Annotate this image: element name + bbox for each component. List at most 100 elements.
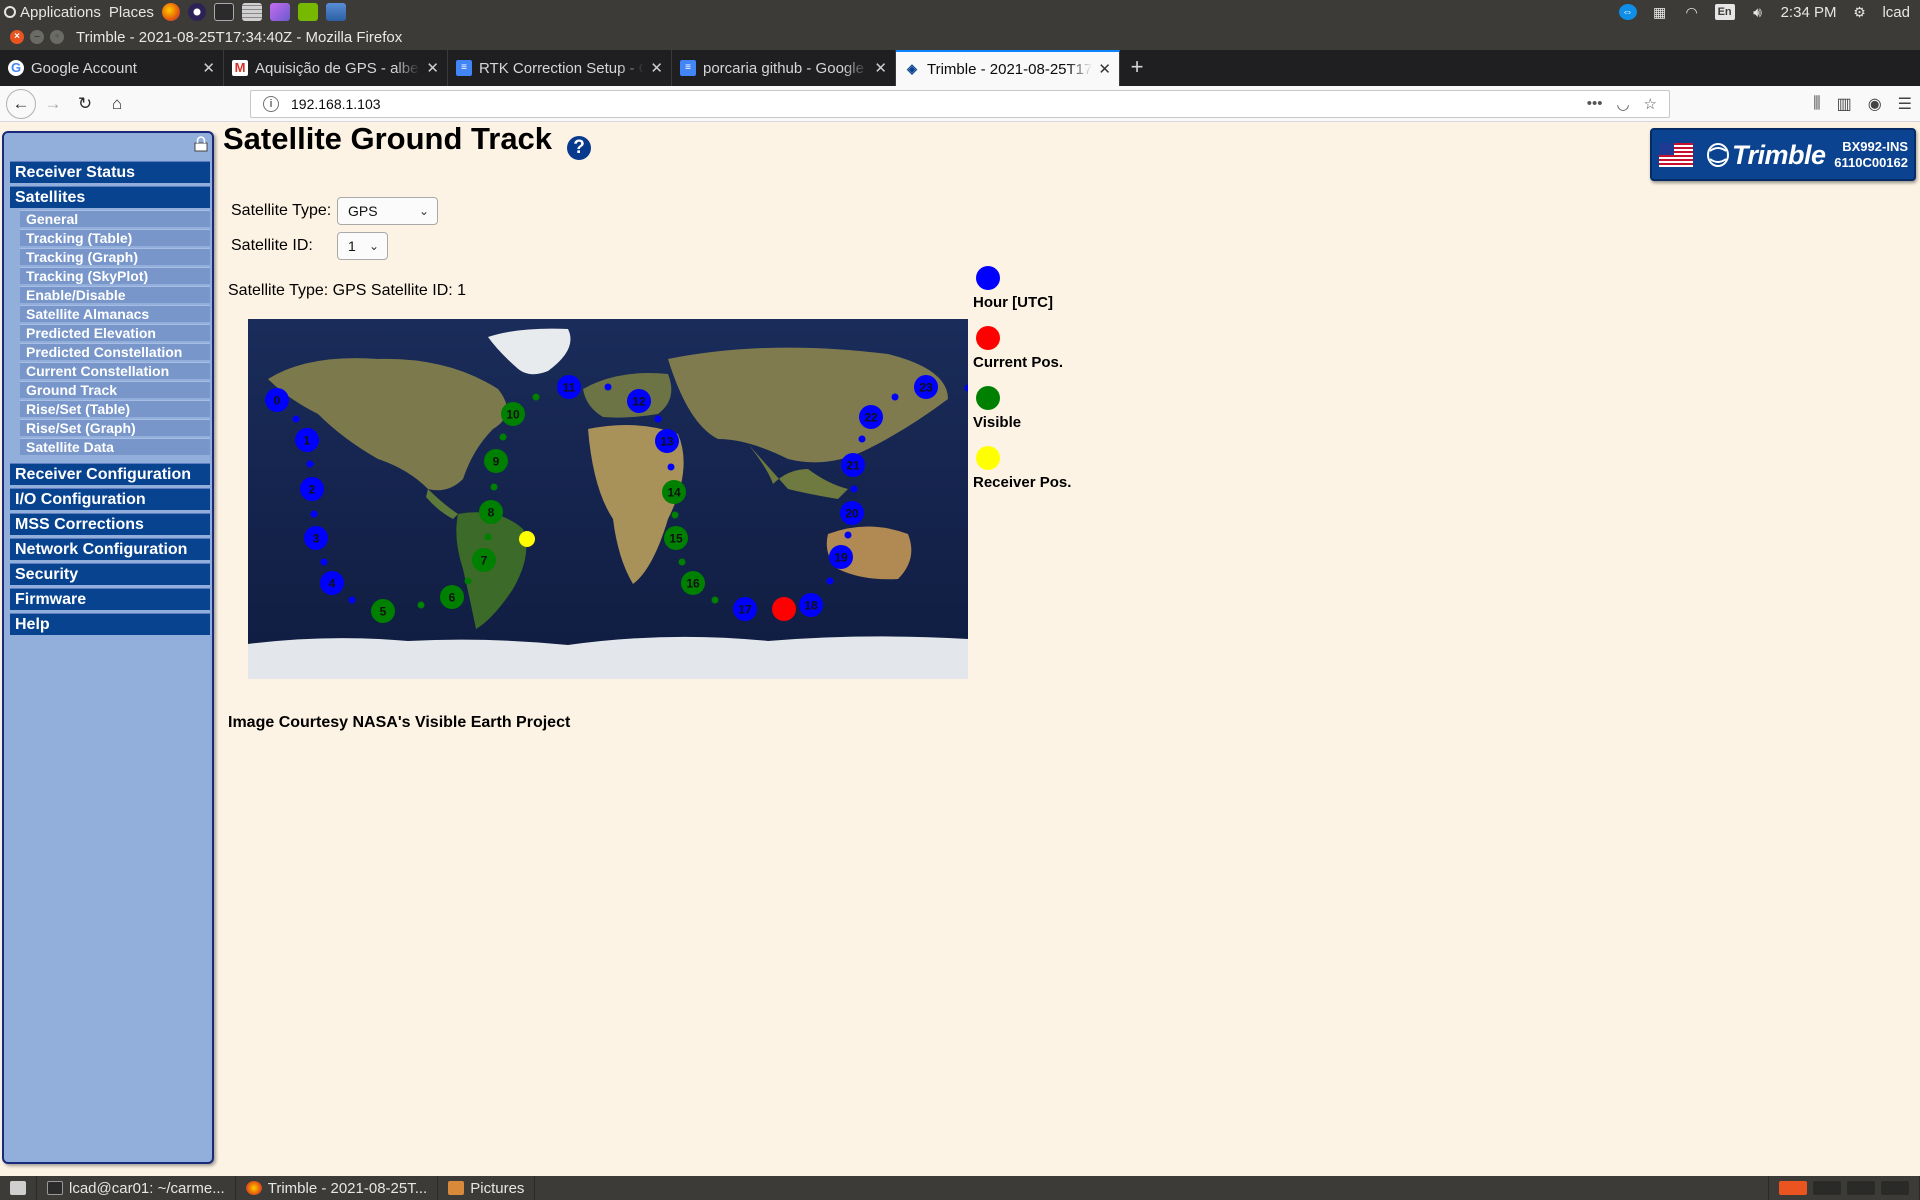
help-icon[interactable]: ? — [567, 136, 591, 160]
hamburger-menu-icon[interactable]: ☰ — [1898, 94, 1912, 114]
window-minimize-button[interactable]: – — [30, 30, 44, 44]
satellite-type-select[interactable]: GPS ⌄ — [337, 197, 438, 225]
sidebar-subitem-general[interactable]: General — [20, 210, 210, 227]
tab-close-icon[interactable]: ✕ — [650, 59, 663, 77]
sidebar-subitem-enable-disable[interactable]: Enable/Disable — [20, 286, 210, 303]
address-bar[interactable]: i 192.168.1.103 ••• ◡ ☆ — [250, 90, 1670, 118]
home-icon[interactable]: ⌂ — [102, 89, 132, 119]
workspace-2-icon — [1813, 1181, 1841, 1195]
sidebar-item-mss-corrections[interactable]: MSS Corrections — [10, 513, 210, 535]
site-info-icon[interactable]: i — [263, 96, 279, 112]
tab-label: Trimble - 2021-08-25T17:34:40Z — [927, 60, 1093, 78]
sidebar-subitem-predicted-constellation[interactable]: Predicted Constellation — [20, 343, 210, 360]
window-maximize-button[interactable]: ▫ — [50, 30, 64, 44]
sidebar-item-io-configuration[interactable]: I/O Configuration — [10, 488, 210, 510]
window-close-button[interactable]: × — [10, 30, 24, 44]
tab-label: porcaria github - Google Docs — [703, 59, 868, 77]
tab-trimble[interactable]: ◈ Trimble - 2021-08-25T17:34:40Z ✕ — [896, 50, 1120, 86]
gnome-top-panel: Applications Places ⇔ ▦ ◠ En 🔊︎ 2:34 PM … — [0, 0, 1920, 24]
sidebar-subitem-tracking-skyplot[interactable]: Tracking (SkyPlot) — [20, 267, 210, 284]
hour-marker-label: 5 — [380, 605, 387, 619]
tab-close-icon[interactable]: ✕ — [874, 59, 887, 77]
world-map-image: 01234567891011121314151617 181920212223 — [248, 319, 972, 679]
hour-marker-label: 15 — [669, 532, 683, 546]
sidebar-subitem-current-constellation[interactable]: Current Constellation — [20, 362, 210, 379]
new-tab-button[interactable]: + — [1120, 50, 1154, 86]
satellite-id-select[interactable]: 1 ⌄ — [337, 232, 388, 260]
keyboard-layout-indicator[interactable]: En — [1714, 4, 1735, 20]
tab-google-account[interactable]: G Google Account ✕ — [0, 50, 224, 86]
image-viewer-launcher-icon[interactable] — [269, 3, 290, 21]
hour-marker: 18 — [799, 593, 823, 617]
page-actions-icon[interactable]: ••• — [1587, 95, 1603, 113]
receiver-model: BX992-INS — [1842, 139, 1908, 154]
volume-icon[interactable]: 🔊︎ — [1749, 4, 1767, 20]
pocket-icon[interactable]: ◡ — [1616, 95, 1629, 113]
applications-menu[interactable]: Applications — [4, 4, 101, 21]
sidebar-subitem-tracking-graph[interactable]: Tracking (Graph) — [20, 248, 210, 265]
sidebar-toggle-icon[interactable]: ▥ — [1837, 94, 1852, 114]
docs-icon: ≡ — [680, 60, 696, 76]
sidebar-item-firmware[interactable]: Firmware — [10, 588, 210, 610]
url-text[interactable]: 192.168.1.103 — [291, 96, 381, 112]
forward-arrow-icon[interactable]: → — [38, 89, 68, 119]
back-arrow-icon[interactable]: ← — [6, 88, 36, 119]
library-icon[interactable]: ⫼ — [1813, 95, 1820, 113]
navigation-toolbar: ← → ↻ ⌂ i 192.168.1.103 ••• ◡ ☆ ⫼ ▥ ◉ ☰ — [0, 86, 1920, 122]
sidebar-subitem-tracking-table[interactable]: Tracking (Table) — [20, 229, 210, 246]
indicator-icon[interactable]: ▦ — [1651, 4, 1669, 20]
lock-icon[interactable] — [194, 136, 208, 152]
ubuntu-logo-icon — [4, 6, 16, 18]
sidebar-item-security[interactable]: Security — [10, 563, 210, 585]
places-menu[interactable]: Places — [109, 4, 154, 21]
show-desktop-button[interactable] — [0, 1176, 37, 1200]
legend-receiver-pos: Receiver Pos. — [973, 446, 1071, 491]
taskbar-item-terminal[interactable]: lcad@car01: ~/carme... — [37, 1176, 236, 1200]
wifi-icon[interactable]: ◠ — [1683, 4, 1701, 20]
tab-rtk-correction-setup[interactable]: ≡ RTK Correction Setup - Google Docs ✕ — [448, 50, 672, 86]
tab-close-icon[interactable]: ✕ — [1098, 60, 1111, 78]
hour-marker-label: 18 — [804, 599, 818, 613]
receiver-position-marker — [519, 531, 535, 547]
taskbar-item-firefox[interactable]: Trimble - 2021-08-25T... — [236, 1176, 439, 1200]
calculator-launcher-icon[interactable] — [241, 3, 262, 21]
taskbar-item-pictures[interactable]: Pictures — [438, 1176, 536, 1200]
workspace-switcher[interactable] — [1768, 1176, 1920, 1200]
tab-porcaria-github[interactable]: ≡ porcaria github - Google Docs ✕ — [672, 50, 896, 86]
terminal-launcher-icon[interactable] — [213, 3, 234, 21]
settings-gear-icon[interactable]: ⚙ — [1850, 4, 1868, 20]
hour-marker-label: 16 — [686, 577, 700, 591]
hour-marker-label: 12 — [632, 395, 646, 409]
sidebar-subitem-satellite-data[interactable]: Satellite Data — [20, 438, 210, 455]
network-tool-launcher-icon[interactable] — [325, 3, 346, 21]
sidebar-subitem-predicted-elevation[interactable]: Predicted Elevation — [20, 324, 210, 341]
tab-close-icon[interactable]: ✕ — [426, 59, 439, 77]
hour-marker-label: 1 — [304, 434, 311, 448]
reload-icon[interactable]: ↻ — [70, 89, 100, 119]
sidebar-subitem-rise-set-graph[interactable]: Rise/Set (Graph) — [20, 419, 210, 436]
sidebar-item-receiver-status[interactable]: Receiver Status — [10, 161, 210, 183]
sidebar-item-help[interactable]: Help — [10, 613, 210, 635]
folder-icon — [448, 1181, 465, 1195]
sidebar-item-satellites[interactable]: Satellites — [10, 186, 210, 208]
bookmark-star-icon[interactable]: ☆ — [1644, 95, 1657, 113]
hour-marker: 19 — [829, 545, 853, 569]
sidebar-item-network-configuration[interactable]: Network Configuration — [10, 538, 210, 560]
clock[interactable]: 2:34 PM — [1781, 4, 1837, 21]
teamviewer-icon[interactable]: ⇔ — [1618, 4, 1637, 20]
sidebar-subitem-ground-track[interactable]: Ground Track — [20, 381, 210, 398]
tab-close-icon[interactable]: ✕ — [202, 59, 215, 77]
firefox-launcher-icon[interactable] — [161, 3, 180, 21]
user-menu-label[interactable]: lcad — [1882, 4, 1910, 21]
hour-marker: 1 — [295, 428, 319, 452]
tab-gps-acquisition[interactable]: M Aquisição de GPS - alberto ✕ — [224, 50, 448, 86]
satellite-id-label: Satellite ID: — [231, 237, 313, 254]
track-point — [532, 393, 540, 401]
account-icon[interactable]: ◉ — [1868, 94, 1882, 114]
sidebar-subitem-satellite-almanacs[interactable]: Satellite Almanacs — [20, 305, 210, 322]
eclipse-launcher-icon[interactable] — [187, 3, 206, 21]
hour-marker-label: 3 — [313, 532, 320, 546]
sidebar-item-receiver-configuration[interactable]: Receiver Configuration — [10, 463, 210, 485]
nvidia-launcher-icon[interactable] — [297, 3, 318, 21]
sidebar-subitem-rise-set-table[interactable]: Rise/Set (Table) — [20, 400, 210, 417]
